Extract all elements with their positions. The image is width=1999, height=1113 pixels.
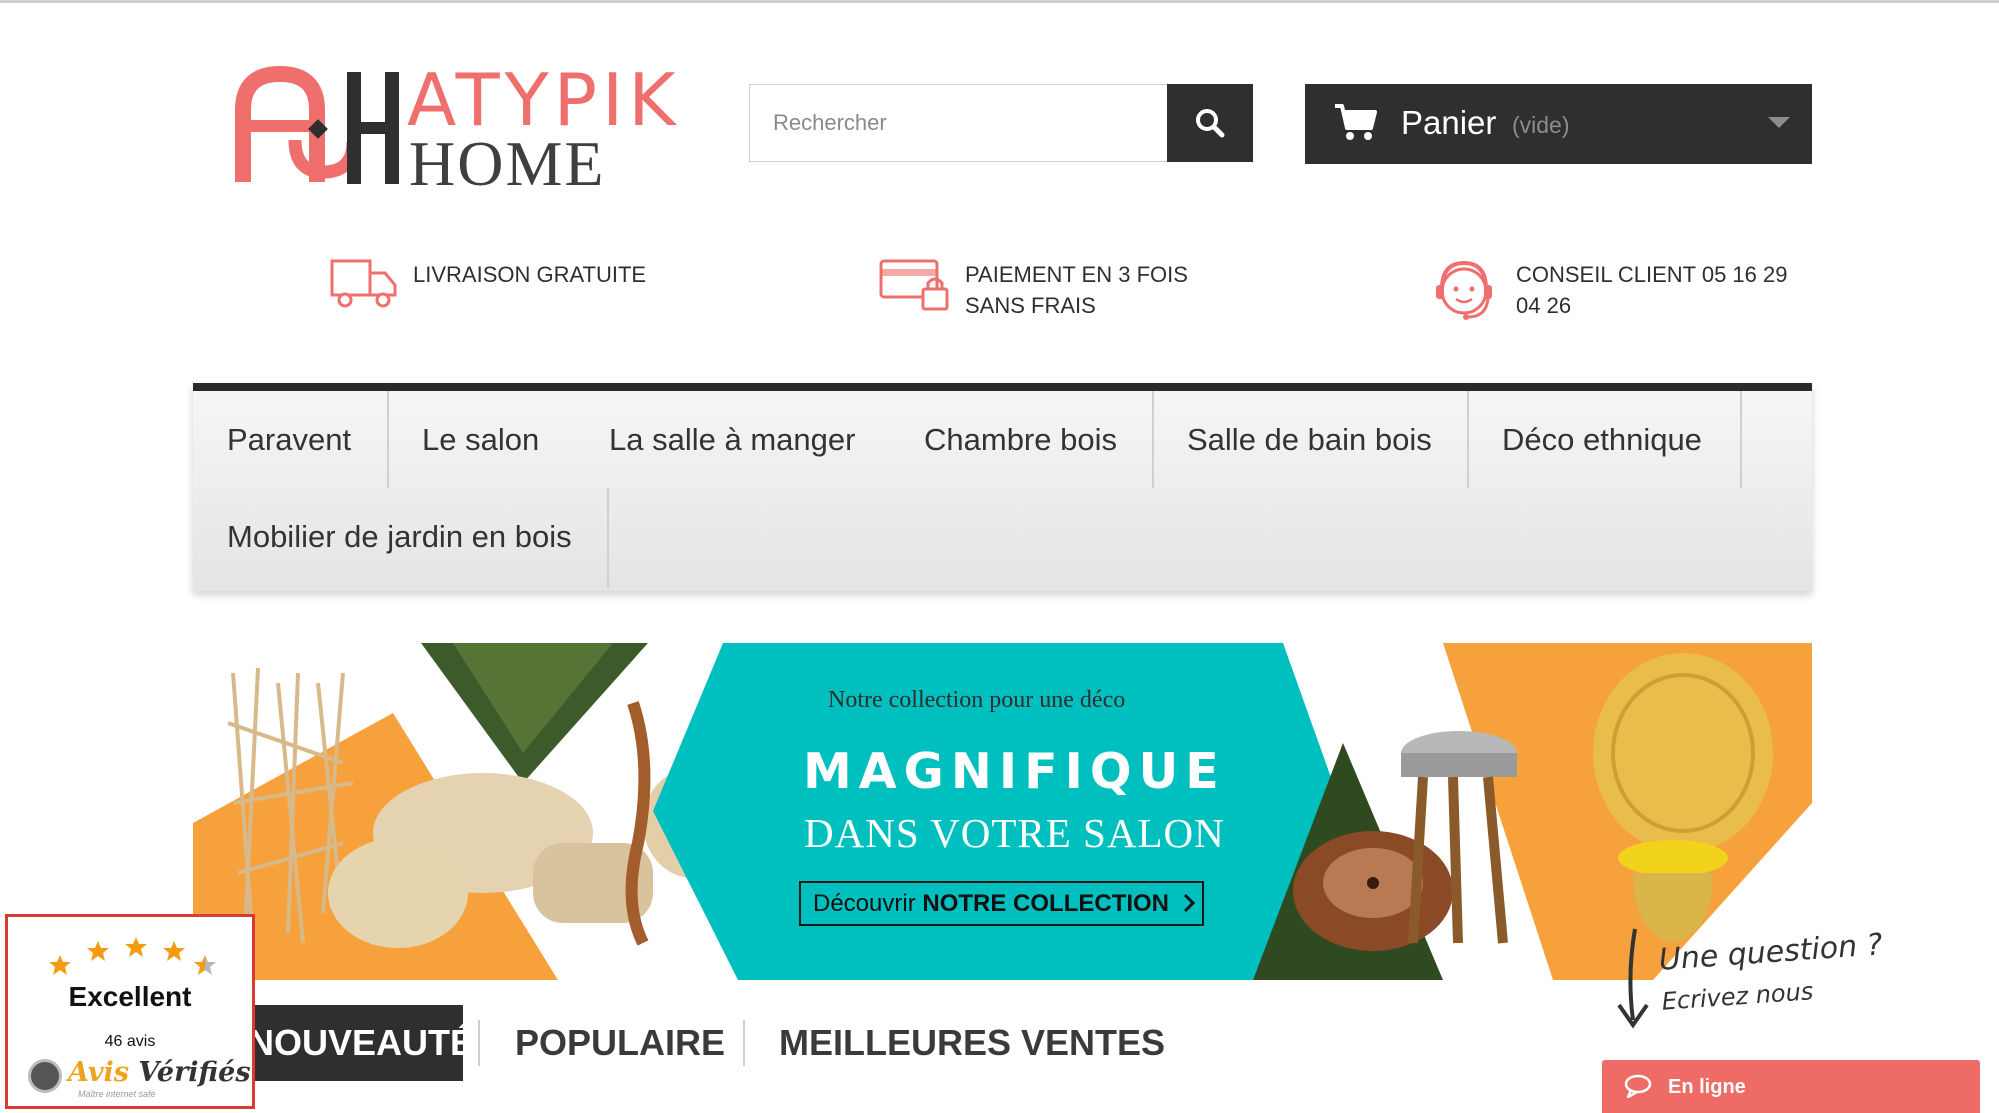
tab-divider [743,1020,745,1066]
credit-card-lock-icon [879,259,949,311]
customer-support-icon [1436,260,1492,320]
cart-icon [1335,104,1377,140]
rating-stars-icon [49,937,216,975]
reassurance-delivery-text: LIVRAISON GRATUITE [413,262,647,287]
chevron-right-icon [1183,893,1195,913]
delivery-truck-icon [330,259,397,308]
tab-divider [478,1020,480,1066]
reviews-brand-part2: Vérifiés [138,1057,251,1088]
menu-item-deco-ethnique[interactable]: Déco ethnique [1468,391,1736,488]
reviews-brand-part1: Avis [68,1057,130,1088]
logo-monogram [235,65,399,184]
cart-dropdown[interactable]: Panier (vide) [1305,84,1812,164]
cta-prefix: Découvrir [813,890,923,917]
banner-subtitle: Notre collection pour une déco [828,687,1126,713]
cta-bold: NOTRE COLLECTION [922,890,1170,917]
reassurance-support-line1: CONSEIL CLIENT 05 16 29 [1516,262,1788,287]
live-chat-button[interactable]: En ligne [1602,1060,1980,1113]
reassurance-payment-line1: PAIEMENT EN 3 FOIS [965,262,1188,287]
chat-bubble-icon [1624,1074,1652,1098]
menu-divider [607,488,609,588]
discover-collection-button[interactable]: Découvrir NOTRE COLLECTION [799,881,1204,926]
arrow-down-icon [1617,928,1649,1029]
menu-item-mobilier-jardin[interactable]: Mobilier de jardin en bois [193,488,606,585]
question-line2: Ecrivez nous [1660,977,1815,1016]
logo-text-atypik: ATYPIK [407,58,681,142]
tab-populaire[interactable]: POPULAIRE [515,1005,725,1081]
main-menu: Paravent Le salon La salle à manger Cham… [193,383,1812,591]
tab-nouveautes[interactable]: NOUVEAUTÉS [248,1005,463,1081]
reviews-widget[interactable]: Excellent 46 avis Avis Vérifiés Maître i… [5,914,255,1109]
reviews-brand: Avis Vérifiés [68,1057,251,1088]
banner-title: MAGNIFIQUE [803,743,1226,800]
reassurance-payment-line2: SANS FRAIS [965,293,1096,318]
search-box [749,84,1168,162]
reviews-rating-label: Excellent [68,981,192,1012]
reviews-count: 46 avis [104,1033,156,1050]
menu-item-salle-a-manger[interactable]: La salle à manger [575,391,889,488]
reviews-tagline: Maître internet safe [78,1089,156,1099]
chevron-down-icon [1768,117,1790,128]
question-note: Une question ? Ecrivez nous [1658,927,1887,1015]
banner-title-2: DANS VOTRE SALON [804,810,1225,856]
top-border [0,0,1999,3]
menu-divider [1740,391,1742,488]
tab-meilleures-ventes[interactable]: MEILLEURES VENTES [779,1005,1165,1081]
reassurance-support-text: CONSEIL CLIENT 05 16 29 04 26 [1516,259,1787,321]
search-input[interactable] [750,85,1167,161]
reassurance-support-line2: 04 26 [1516,293,1572,318]
search-button[interactable] [1167,84,1253,162]
menu-item-le-salon[interactable]: Le salon [388,391,573,488]
reassurance-payment: PAIEMENT EN 3 FOIS SANS FRAIS [879,255,1188,321]
reassurance-support: CONSEIL CLIENT 05 16 29 04 26 [1428,255,1787,327]
reassurance-payment-text: PAIEMENT EN 3 FOIS SANS FRAIS [965,259,1188,321]
cart-label: Panier [1401,104,1497,141]
search-icon [1196,109,1225,138]
logo-text-home: HOME [409,128,606,199]
cart-state: (vide) [1512,112,1570,138]
hero-banner[interactable]: Notre collection pour une déco MAGNIFIQU… [193,643,1812,980]
menu-item-chambre-bois[interactable]: Chambre bois [890,391,1151,488]
verified-seal-icon [28,1059,62,1093]
site-logo[interactable]: ATYPIK HOME [235,62,676,199]
menu-item-paravent[interactable]: Paravent [193,391,385,488]
reassurance-delivery: LIVRAISON GRATUITE [329,255,646,315]
menu-item-salle-de-bain-bois[interactable]: Salle de bain bois [1153,391,1466,488]
chat-label: En ligne [1668,1076,1746,1098]
